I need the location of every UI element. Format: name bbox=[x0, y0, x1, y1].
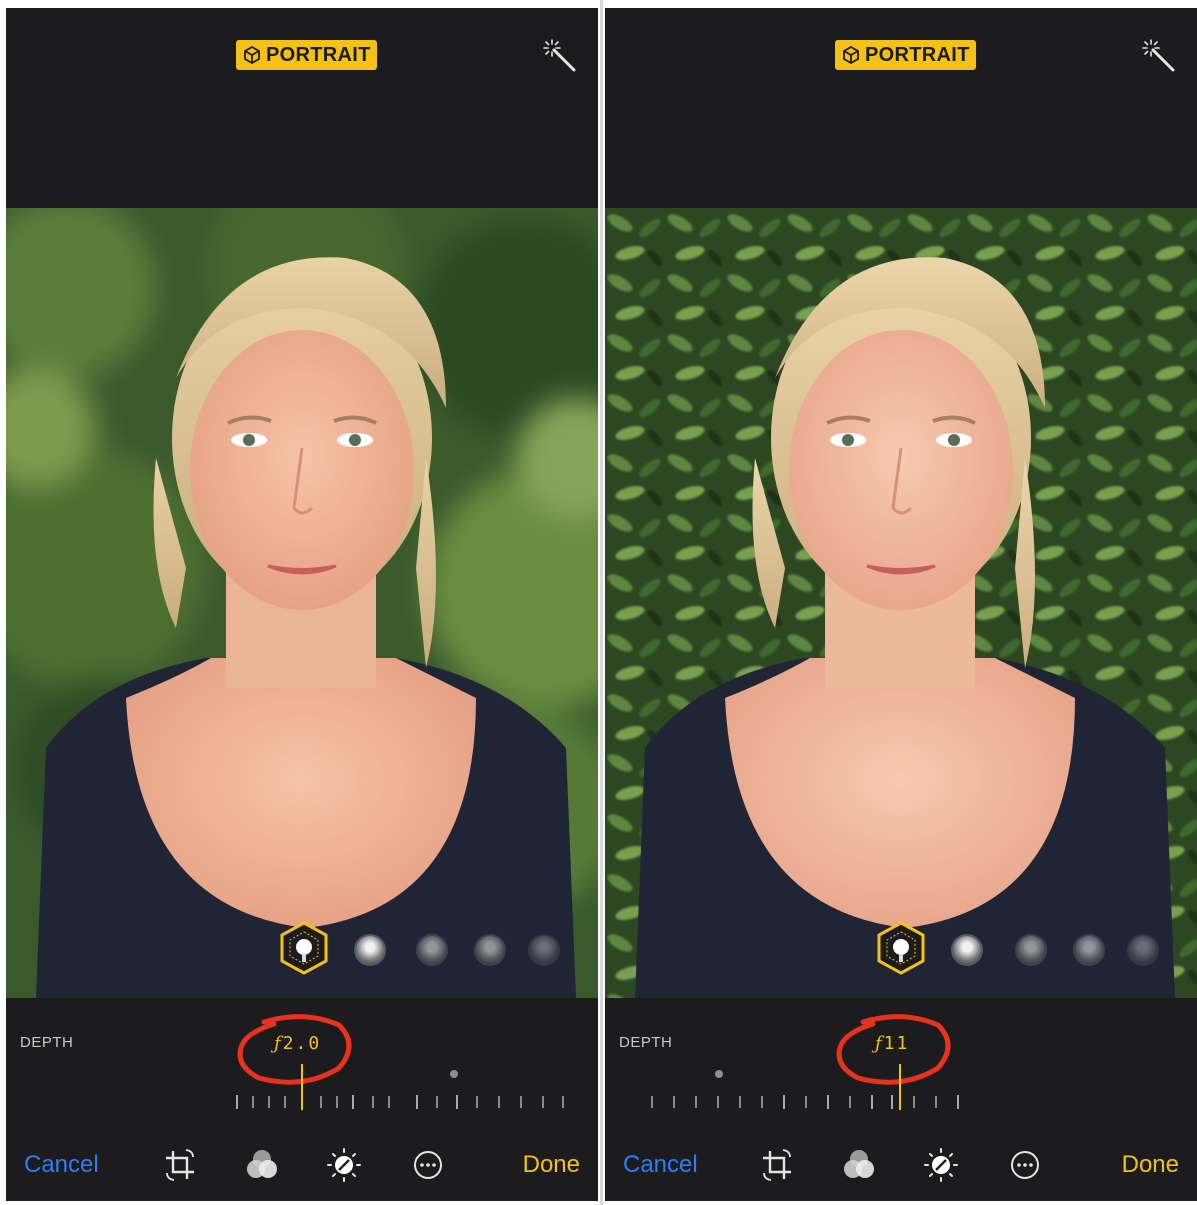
tick bbox=[268, 1096, 270, 1108]
tick bbox=[436, 1096, 438, 1108]
tick bbox=[673, 1096, 675, 1108]
bottom-toolbar: Cancel Done bbox=[6, 1143, 598, 1187]
tick bbox=[695, 1096, 697, 1108]
red-annotation-circle bbox=[836, 1014, 951, 1085]
lighting-option-stage[interactable] bbox=[476, 936, 504, 964]
depth-slider[interactable] bbox=[236, 1095, 566, 1110]
depth-label: DEPTH bbox=[619, 1034, 673, 1051]
depth-controls: DEPTH ƒ11 Cancel Done bbox=[605, 998, 1197, 1201]
tick bbox=[416, 1095, 418, 1109]
red-annotation-circle bbox=[237, 1014, 352, 1085]
tick bbox=[476, 1096, 478, 1108]
tick bbox=[562, 1096, 564, 1108]
tick bbox=[935, 1096, 937, 1108]
lighting-option-studio[interactable] bbox=[356, 936, 384, 964]
top-bar: PORTRAIT bbox=[605, 8, 1197, 208]
tick bbox=[352, 1095, 354, 1109]
cube-icon bbox=[244, 45, 260, 65]
tick bbox=[913, 1096, 915, 1108]
tick bbox=[320, 1096, 322, 1108]
adjust-dial-icon[interactable] bbox=[923, 1147, 959, 1183]
portrait-badge-label: PORTRAIT bbox=[865, 43, 970, 66]
cube-icon bbox=[843, 45, 859, 65]
tick bbox=[805, 1096, 807, 1108]
editor-panel-left: PORTRAIT DEPTH ƒ2.0 Cancel Done bbox=[6, 8, 598, 1201]
portrait-lighting-icon[interactable] bbox=[875, 920, 927, 976]
portrait-photo bbox=[605, 208, 1197, 998]
panel-divider bbox=[600, 0, 603, 1205]
more-ellipsis-icon[interactable] bbox=[410, 1147, 446, 1183]
tick bbox=[456, 1095, 458, 1109]
filters-icon[interactable] bbox=[244, 1147, 280, 1183]
tick bbox=[388, 1096, 390, 1108]
portrait-lighting-icon[interactable] bbox=[278, 920, 330, 976]
tick bbox=[717, 1096, 719, 1108]
scale-marker-dot bbox=[715, 1070, 723, 1078]
tick bbox=[498, 1096, 500, 1108]
magic-wand-icon[interactable] bbox=[542, 38, 578, 74]
tick bbox=[739, 1096, 741, 1108]
portrait-mode-badge[interactable]: PORTRAIT bbox=[835, 40, 976, 70]
depth-controls: DEPTH ƒ2.0 Cancel Done bbox=[6, 998, 598, 1201]
crop-rotate-icon[interactable] bbox=[162, 1147, 198, 1183]
portrait-mode-badge[interactable]: PORTRAIT bbox=[236, 40, 377, 70]
tick bbox=[761, 1096, 763, 1108]
tick bbox=[957, 1095, 959, 1109]
top-bar: PORTRAIT bbox=[6, 8, 598, 208]
tick bbox=[520, 1096, 522, 1108]
portrait-photo bbox=[6, 208, 598, 998]
magic-wand-icon[interactable] bbox=[1141, 38, 1177, 74]
depth-label: DEPTH bbox=[20, 1034, 74, 1051]
cancel-button[interactable]: Cancel bbox=[623, 1151, 698, 1179]
photo-image bbox=[605, 208, 1197, 998]
tick bbox=[284, 1096, 286, 1108]
tick bbox=[891, 1095, 893, 1109]
tick bbox=[849, 1096, 851, 1108]
lighting-option-stage-mono[interactable] bbox=[530, 936, 558, 964]
filters-icon[interactable] bbox=[841, 1147, 877, 1183]
more-ellipsis-icon[interactable] bbox=[1007, 1147, 1043, 1183]
lighting-option-stage[interactable] bbox=[1075, 936, 1103, 964]
scale-marker-dot bbox=[450, 1070, 458, 1078]
editor-panel-right: PORTRAIT DEPTH ƒ11 Cancel Done bbox=[605, 8, 1197, 1201]
lighting-option-stage-mono[interactable] bbox=[1129, 936, 1157, 964]
lighting-option-studio[interactable] bbox=[953, 936, 981, 964]
lighting-option-contour[interactable] bbox=[1017, 936, 1045, 964]
tick bbox=[252, 1096, 254, 1108]
done-button[interactable]: Done bbox=[1122, 1151, 1179, 1179]
portrait-lighting-row bbox=[6, 920, 598, 976]
crop-rotate-icon[interactable] bbox=[759, 1147, 795, 1183]
tick bbox=[651, 1096, 653, 1108]
photo-image bbox=[6, 208, 598, 998]
tick bbox=[542, 1096, 544, 1108]
tick bbox=[827, 1095, 829, 1109]
tick bbox=[871, 1095, 873, 1109]
lighting-option-contour[interactable] bbox=[418, 936, 446, 964]
tick bbox=[336, 1096, 338, 1108]
adjust-dial-icon[interactable] bbox=[326, 1147, 362, 1183]
tick bbox=[783, 1095, 785, 1109]
cancel-button[interactable]: Cancel bbox=[24, 1151, 99, 1179]
done-button[interactable]: Done bbox=[523, 1151, 580, 1179]
depth-slider[interactable] bbox=[651, 1095, 961, 1110]
tick bbox=[372, 1096, 374, 1108]
portrait-lighting-row bbox=[605, 920, 1197, 976]
bottom-toolbar: Cancel Done bbox=[605, 1143, 1197, 1187]
portrait-badge-label: PORTRAIT bbox=[266, 43, 371, 66]
tick bbox=[236, 1095, 238, 1109]
